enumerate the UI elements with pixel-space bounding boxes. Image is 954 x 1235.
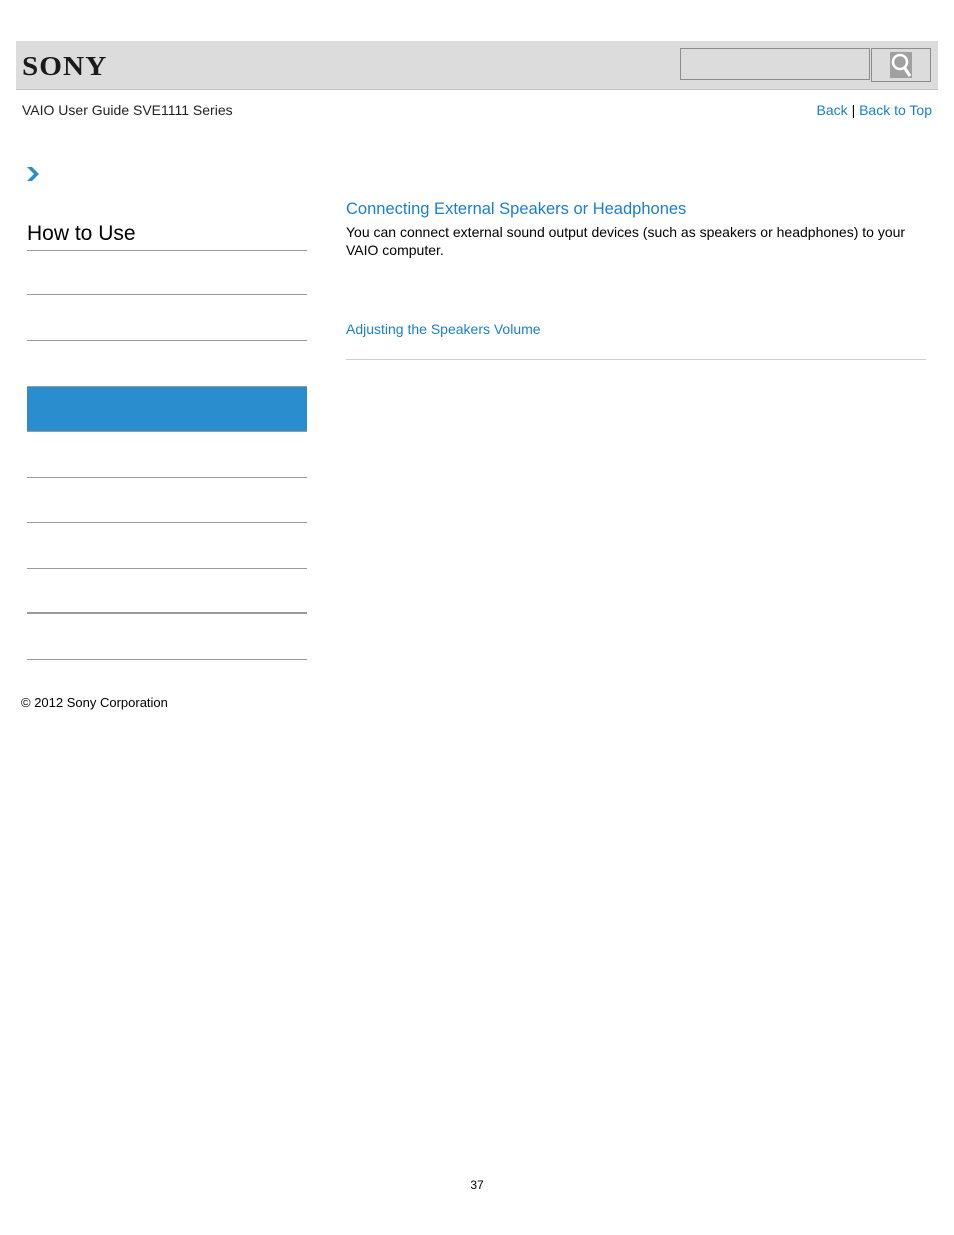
sidebar-item-active[interactable] <box>27 386 307 432</box>
header-bar: SONY <box>16 41 938 90</box>
topic-description: You can connect external sound output de… <box>346 224 906 258</box>
sidebar-item[interactable] <box>27 250 307 295</box>
sidebar-item[interactable] <box>27 569 307 614</box>
sidebar-item[interactable] <box>27 478 307 523</box>
guide-title: VAIO User Guide SVE1111 Series <box>22 102 233 118</box>
search-input[interactable] <box>680 48 870 80</box>
related-topic-link[interactable]: Adjusting the Speakers Volume <box>346 321 541 337</box>
copyright: © 2012 Sony Corporation <box>21 695 168 710</box>
content-divider <box>346 359 926 360</box>
sidebar-item[interactable] <box>27 296 307 341</box>
page-number: 37 <box>470 1178 484 1192</box>
search-button[interactable] <box>871 48 931 82</box>
back-to-top-link[interactable]: Back to Top <box>859 102 932 118</box>
back-link[interactable]: Back <box>817 102 848 118</box>
link-separator: | <box>851 102 856 118</box>
sony-logo: SONY <box>22 51 108 81</box>
top-links: Back | Back to Top <box>817 102 932 118</box>
sidebar-item[interactable] <box>27 433 307 478</box>
topic-title-link[interactable]: Connecting External Speakers or Headphon… <box>346 200 686 219</box>
sidebar-title: How to Use <box>27 222 307 251</box>
chevron-right-icon[interactable] <box>26 166 40 182</box>
sidebar-item[interactable] <box>27 615 307 660</box>
search-icon <box>890 52 912 78</box>
sidebar-item[interactable] <box>27 524 307 569</box>
